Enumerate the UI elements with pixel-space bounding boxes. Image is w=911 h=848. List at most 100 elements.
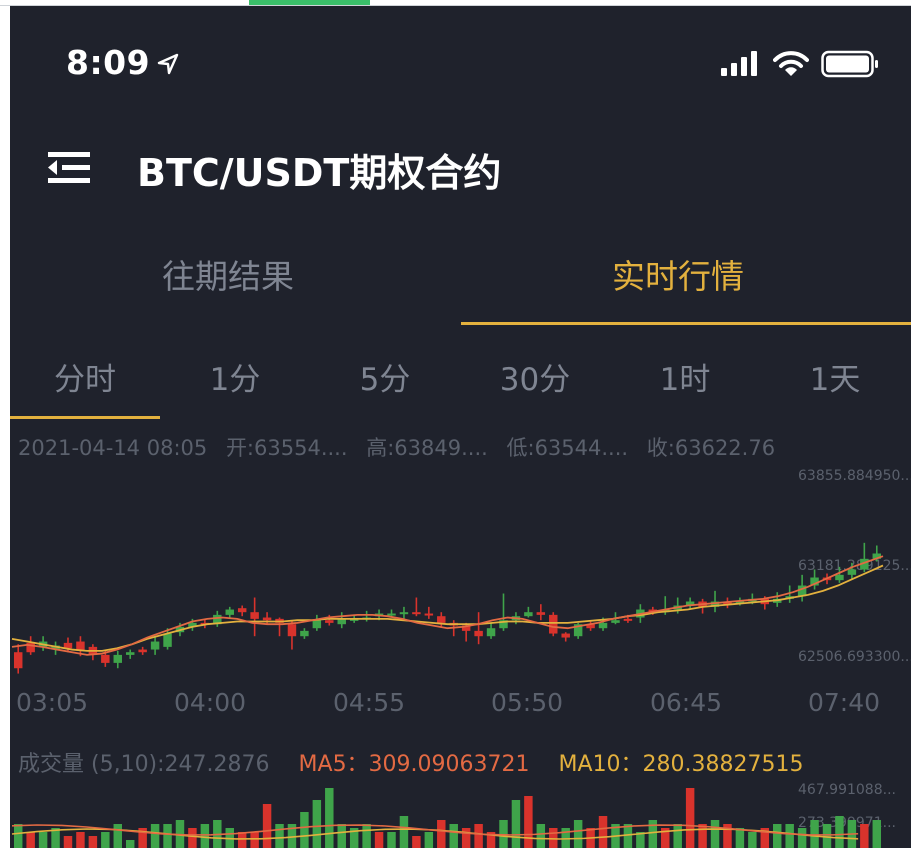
info-close: 收:63622.76 — [646, 436, 776, 460]
info-datetime: 2021-04-14 08:05 — [18, 436, 208, 460]
candle — [250, 597, 259, 637]
volume-bar — [872, 820, 882, 848]
candle — [362, 610, 371, 622]
volume-bar — [449, 824, 458, 848]
volume-bar — [337, 824, 346, 848]
page-title: BTC/USDT期权合约 — [137, 151, 502, 195]
ma10-line — [11, 564, 884, 652]
volume-bar — [399, 816, 409, 848]
volume-bar — [188, 828, 197, 848]
volume-bar — [163, 824, 172, 848]
candle-info-bar: 2021-04-14 08:05 开:63554.... 高:63849....… — [18, 432, 787, 462]
candle — [150, 636, 160, 655]
volume-bar — [797, 828, 807, 848]
volume-ma10: MA10：280.38827515 — [558, 752, 804, 777]
volume-bar — [63, 836, 73, 848]
active-period-indicator — [10, 416, 160, 419]
volume-bar — [88, 836, 98, 848]
volume-bar — [524, 796, 533, 848]
candle — [860, 542, 869, 573]
volume-bar — [374, 832, 384, 848]
volume-bar — [735, 828, 745, 848]
tab-past-results[interactable]: 往期结果 — [162, 250, 294, 298]
volume-bar — [835, 816, 844, 848]
volume-bar — [237, 832, 247, 848]
volume-ma5: MA5：309.09063721 — [298, 752, 530, 777]
candlestick-chart[interactable] — [10, 462, 911, 682]
candle — [237, 605, 247, 617]
main-tabs: 往期结果 实时行情 — [10, 234, 911, 326]
candle — [561, 632, 570, 642]
period-1hour[interactable]: 1时 — [610, 354, 760, 399]
volume-chart[interactable] — [10, 786, 911, 848]
candle — [474, 612, 483, 645]
candle — [312, 614, 322, 631]
active-tab-accent — [249, 0, 370, 5]
candle — [287, 620, 297, 650]
cellular-signal-icon — [721, 51, 757, 76]
volume-bar — [648, 820, 658, 848]
volume-bar — [262, 804, 272, 848]
period-timeshare[interactable]: 分时 — [10, 354, 160, 399]
volume-bar — [536, 824, 546, 848]
volume-bar — [387, 832, 396, 848]
volume-bar — [424, 832, 434, 848]
volume-bar — [474, 824, 483, 848]
candle — [486, 622, 496, 639]
time-label: 04:55 — [333, 688, 406, 717]
candle — [275, 617, 284, 637]
volume-bar — [511, 800, 521, 848]
candle — [412, 597, 421, 617]
volume-bar — [250, 832, 259, 848]
volume-bar — [76, 832, 85, 848]
volume-bar — [748, 832, 757, 848]
battery-icon — [821, 50, 878, 78]
phone-screen: 8:09 BTC/USDT期权合约 往期结果 实时行情 分时 1分 5分 30分… — [10, 6, 911, 848]
info-high: 高:63849.... — [366, 436, 488, 460]
candle — [710, 590, 720, 613]
time-label: 04:00 — [174, 688, 247, 717]
volume-bar — [437, 820, 446, 848]
candle — [88, 644, 98, 661]
volume-bar — [13, 824, 23, 848]
candle — [810, 569, 819, 590]
volume-bar — [461, 828, 471, 848]
volume-bar — [325, 788, 334, 848]
volume-bar — [300, 812, 309, 848]
menu-collapse-icon[interactable] — [46, 144, 94, 192]
volume-bar — [673, 824, 682, 848]
candle — [424, 606, 434, 619]
period-5min[interactable]: 5分 — [310, 354, 460, 399]
candle — [549, 612, 558, 637]
volume-bar — [860, 824, 869, 848]
period-30min[interactable]: 30分 — [460, 354, 610, 399]
time-label: 06:45 — [650, 688, 723, 717]
volume-bar — [785, 824, 794, 848]
candle — [13, 644, 23, 674]
candle — [524, 606, 533, 618]
page-header: BTC/USDT期权合约 — [10, 138, 911, 204]
volume-bar — [150, 824, 160, 848]
info-open: 开:63554.... — [225, 436, 348, 460]
period-1min[interactable]: 1分 — [160, 354, 310, 399]
volume-bar — [810, 820, 819, 848]
period-tabs: 分时 1分 5分 30分 1时 1天 — [10, 328, 911, 424]
period-1day[interactable]: 1天 — [760, 354, 910, 399]
volume-bar — [275, 824, 284, 848]
volume-bar — [125, 840, 135, 848]
wifi-icon — [773, 51, 809, 76]
tab-live-market[interactable]: 实时行情 — [612, 250, 744, 298]
time-label: 05:50 — [491, 688, 564, 717]
volume-bar — [101, 832, 110, 848]
volume-bar — [598, 816, 608, 848]
volume-bar — [685, 788, 695, 848]
candle — [536, 604, 546, 621]
candle — [125, 649, 135, 659]
ma5-line — [11, 555, 884, 656]
volume-bar — [573, 820, 583, 848]
status-icons — [721, 50, 879, 78]
volume-bar — [362, 824, 371, 848]
active-tab-indicator — [461, 322, 911, 325]
candle — [399, 606, 409, 619]
candle — [113, 650, 122, 669]
